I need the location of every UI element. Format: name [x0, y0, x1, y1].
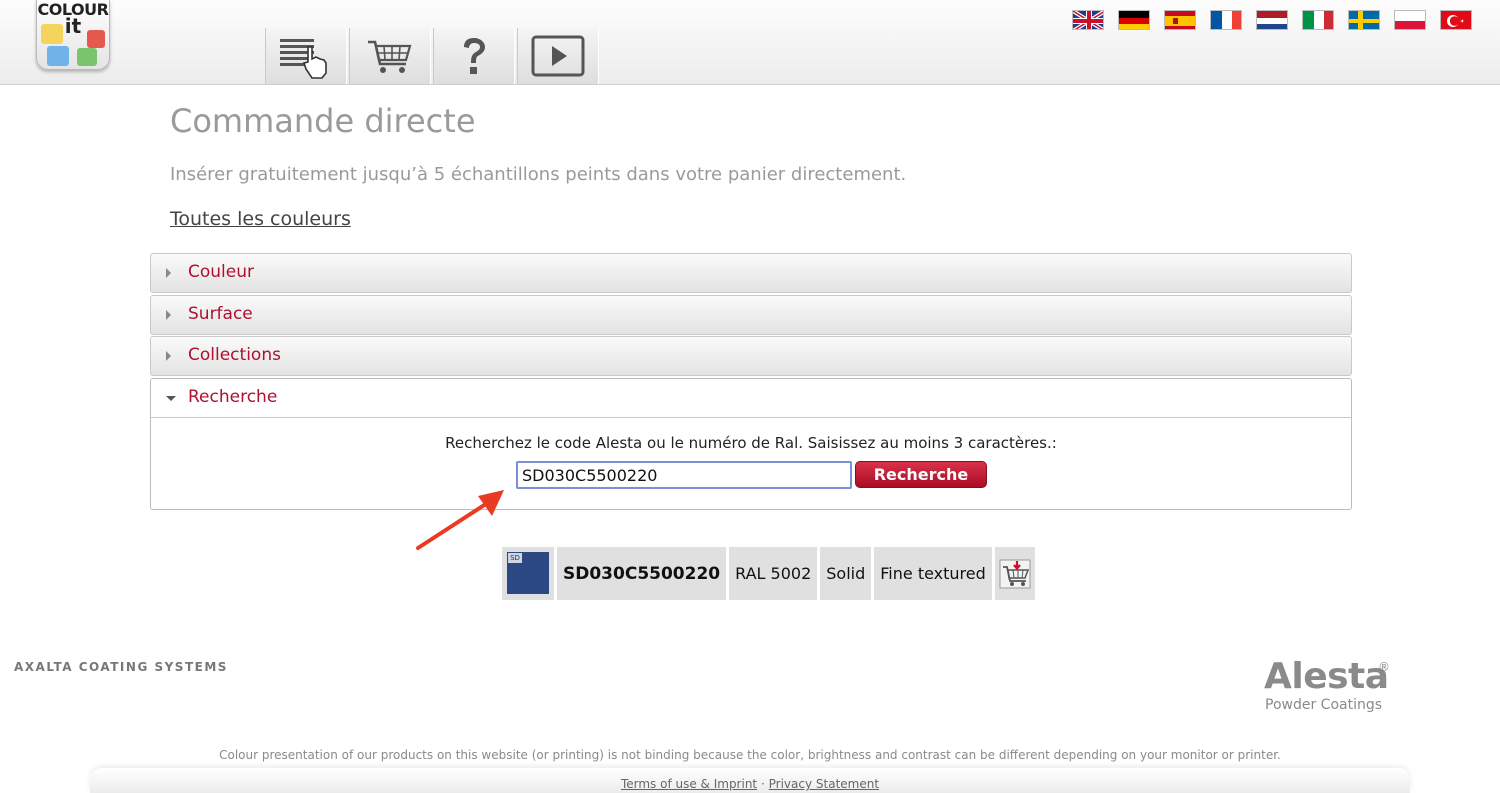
question-mark-icon — [464, 38, 485, 74]
terms-link[interactable]: Terms of use & Imprint — [621, 777, 757, 791]
footer-separator: · — [760, 777, 765, 791]
search-result-row: SD SD030C5500220 RAL 5002 Solid Fine tex… — [502, 547, 1035, 600]
flag-italy-icon[interactable] — [1302, 10, 1334, 30]
add-to-cart-icon — [999, 559, 1031, 588]
result-texture: Fine textured — [874, 547, 992, 600]
colour-swatch[interactable]: SD — [502, 547, 554, 600]
accordion-recherche-header[interactable]: Recherche — [151, 379, 1351, 418]
logo-square-blue — [47, 46, 69, 66]
accordion-recherche: Recherche Recherchez le code Alesta ou l… — [150, 378, 1352, 510]
accordion-label: Surface — [188, 304, 253, 324]
chevron-right-icon — [166, 351, 171, 361]
search-hint: Recherchez le code Alesta ou le numéro d… — [445, 434, 1057, 452]
accordion-surface[interactable]: Surface — [150, 295, 1352, 335]
chevron-right-icon — [166, 268, 171, 278]
colour-it-logo[interactable]: COLOUR it — [36, 0, 110, 70]
alesta-registered-mark: ® — [1378, 660, 1390, 674]
colour-disclaimer: Colour presentation of our products on t… — [219, 748, 1281, 762]
accordion-label: Recherche — [188, 387, 278, 407]
play-icon — [531, 35, 585, 77]
result-code: SD030C5500220 — [557, 547, 727, 600]
flag-poland-icon[interactable] — [1394, 10, 1426, 30]
nav-video-button[interactable] — [517, 28, 599, 84]
footer-links: Terms of use & Imprint · Privacy Stateme… — [0, 777, 1500, 791]
shopping-cart-icon — [368, 40, 412, 73]
accordion-label: Collections — [188, 345, 281, 365]
language-flags — [1072, 10, 1472, 30]
alesta-logo: Alesta — [1264, 656, 1389, 697]
flag-turkey-icon[interactable] — [1440, 10, 1472, 30]
accordion-label: Couleur — [188, 262, 254, 282]
alesta-subtitle: Powder Coatings — [1265, 697, 1383, 713]
nav-cart-button[interactable] — [349, 28, 431, 84]
swatch-badge: SD — [508, 553, 522, 563]
list-pointer-icon — [280, 39, 327, 79]
flag-uk-icon[interactable] — [1072, 10, 1104, 30]
accordion-couleur[interactable]: Couleur — [150, 253, 1352, 293]
all-colours-link[interactable]: Toutes les couleurs — [170, 208, 351, 230]
page-title: Commande directe — [170, 102, 476, 140]
flag-france-icon[interactable] — [1210, 10, 1242, 30]
accordion-collections[interactable]: Collections — [150, 336, 1352, 376]
flag-germany-icon[interactable] — [1118, 10, 1150, 30]
header: COLOUR it — [0, 0, 1500, 85]
chevron-right-icon — [166, 310, 171, 320]
result-finish: Solid — [820, 547, 872, 600]
add-to-cart-button[interactable] — [994, 547, 1035, 600]
axalta-logo: AXALTA COATING SYSTEMS — [14, 660, 228, 674]
page-subtitle: Insérer gratuitement jusqu’à 5 échantill… — [170, 164, 907, 185]
privacy-link[interactable]: Privacy Statement — [769, 777, 879, 791]
result-ral: RAL 5002 — [729, 547, 818, 600]
annotation-arrow-icon — [416, 490, 504, 550]
flag-sweden-icon[interactable] — [1348, 10, 1380, 30]
logo-text-line2: it — [64, 14, 82, 38]
search-button[interactable]: Recherche — [855, 461, 987, 488]
chevron-down-icon — [166, 396, 176, 401]
logo-square-green — [77, 48, 97, 66]
search-input[interactable] — [516, 461, 852, 489]
flag-netherlands-icon[interactable] — [1256, 10, 1288, 30]
nav-colour-list-button[interactable] — [265, 28, 347, 84]
nav-help-button[interactable] — [433, 28, 515, 84]
flag-spain-icon[interactable] — [1164, 10, 1196, 30]
